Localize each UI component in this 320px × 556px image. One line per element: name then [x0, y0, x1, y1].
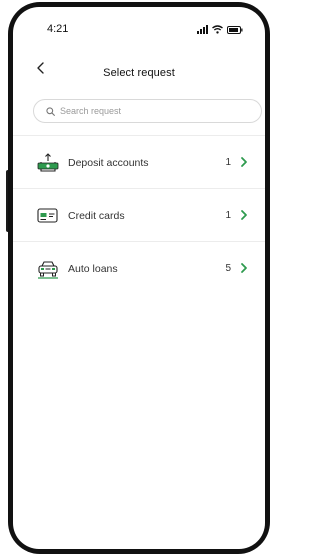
wifi-icon — [212, 25, 223, 34]
search-icon — [46, 106, 55, 116]
car-icon — [37, 259, 59, 279]
screen: 4:21 Select request Search request Depos… — [13, 7, 265, 549]
battery-icon — [227, 25, 243, 34]
chevron-right-icon — [241, 263, 247, 273]
search-input[interactable] — [60, 106, 240, 116]
chevron-right-icon — [241, 210, 247, 220]
status-time: 4:21 — [47, 23, 69, 35]
page-title: Select request — [103, 67, 175, 79]
list-item-credit-cards[interactable]: Credit cards 1 — [13, 189, 265, 242]
status-icons — [197, 25, 243, 34]
list-item-deposit-accounts[interactable]: Deposit accounts 1 — [13, 136, 265, 189]
list-item-label: Auto loans — [68, 263, 118, 275]
signal-icon — [197, 25, 208, 34]
deposit-icon — [37, 153, 59, 173]
credit-card-icon — [37, 206, 59, 226]
request-list: Deposit accounts 1 Credit cards 1 Auto l… — [13, 136, 265, 294]
list-item-auto-loans[interactable]: Auto loans 5 — [13, 242, 265, 294]
list-item-count: 5 — [225, 263, 231, 274]
list-item-count: 1 — [225, 210, 231, 221]
search-bar[interactable] — [33, 99, 262, 123]
chevron-right-icon — [241, 157, 247, 167]
list-item-label: Credit cards — [68, 210, 125, 222]
list-item-label: Deposit accounts — [68, 157, 149, 169]
header: Select request — [13, 59, 265, 83]
list-item-count: 1 — [225, 157, 231, 168]
status-bar: 4:21 — [13, 23, 265, 39]
